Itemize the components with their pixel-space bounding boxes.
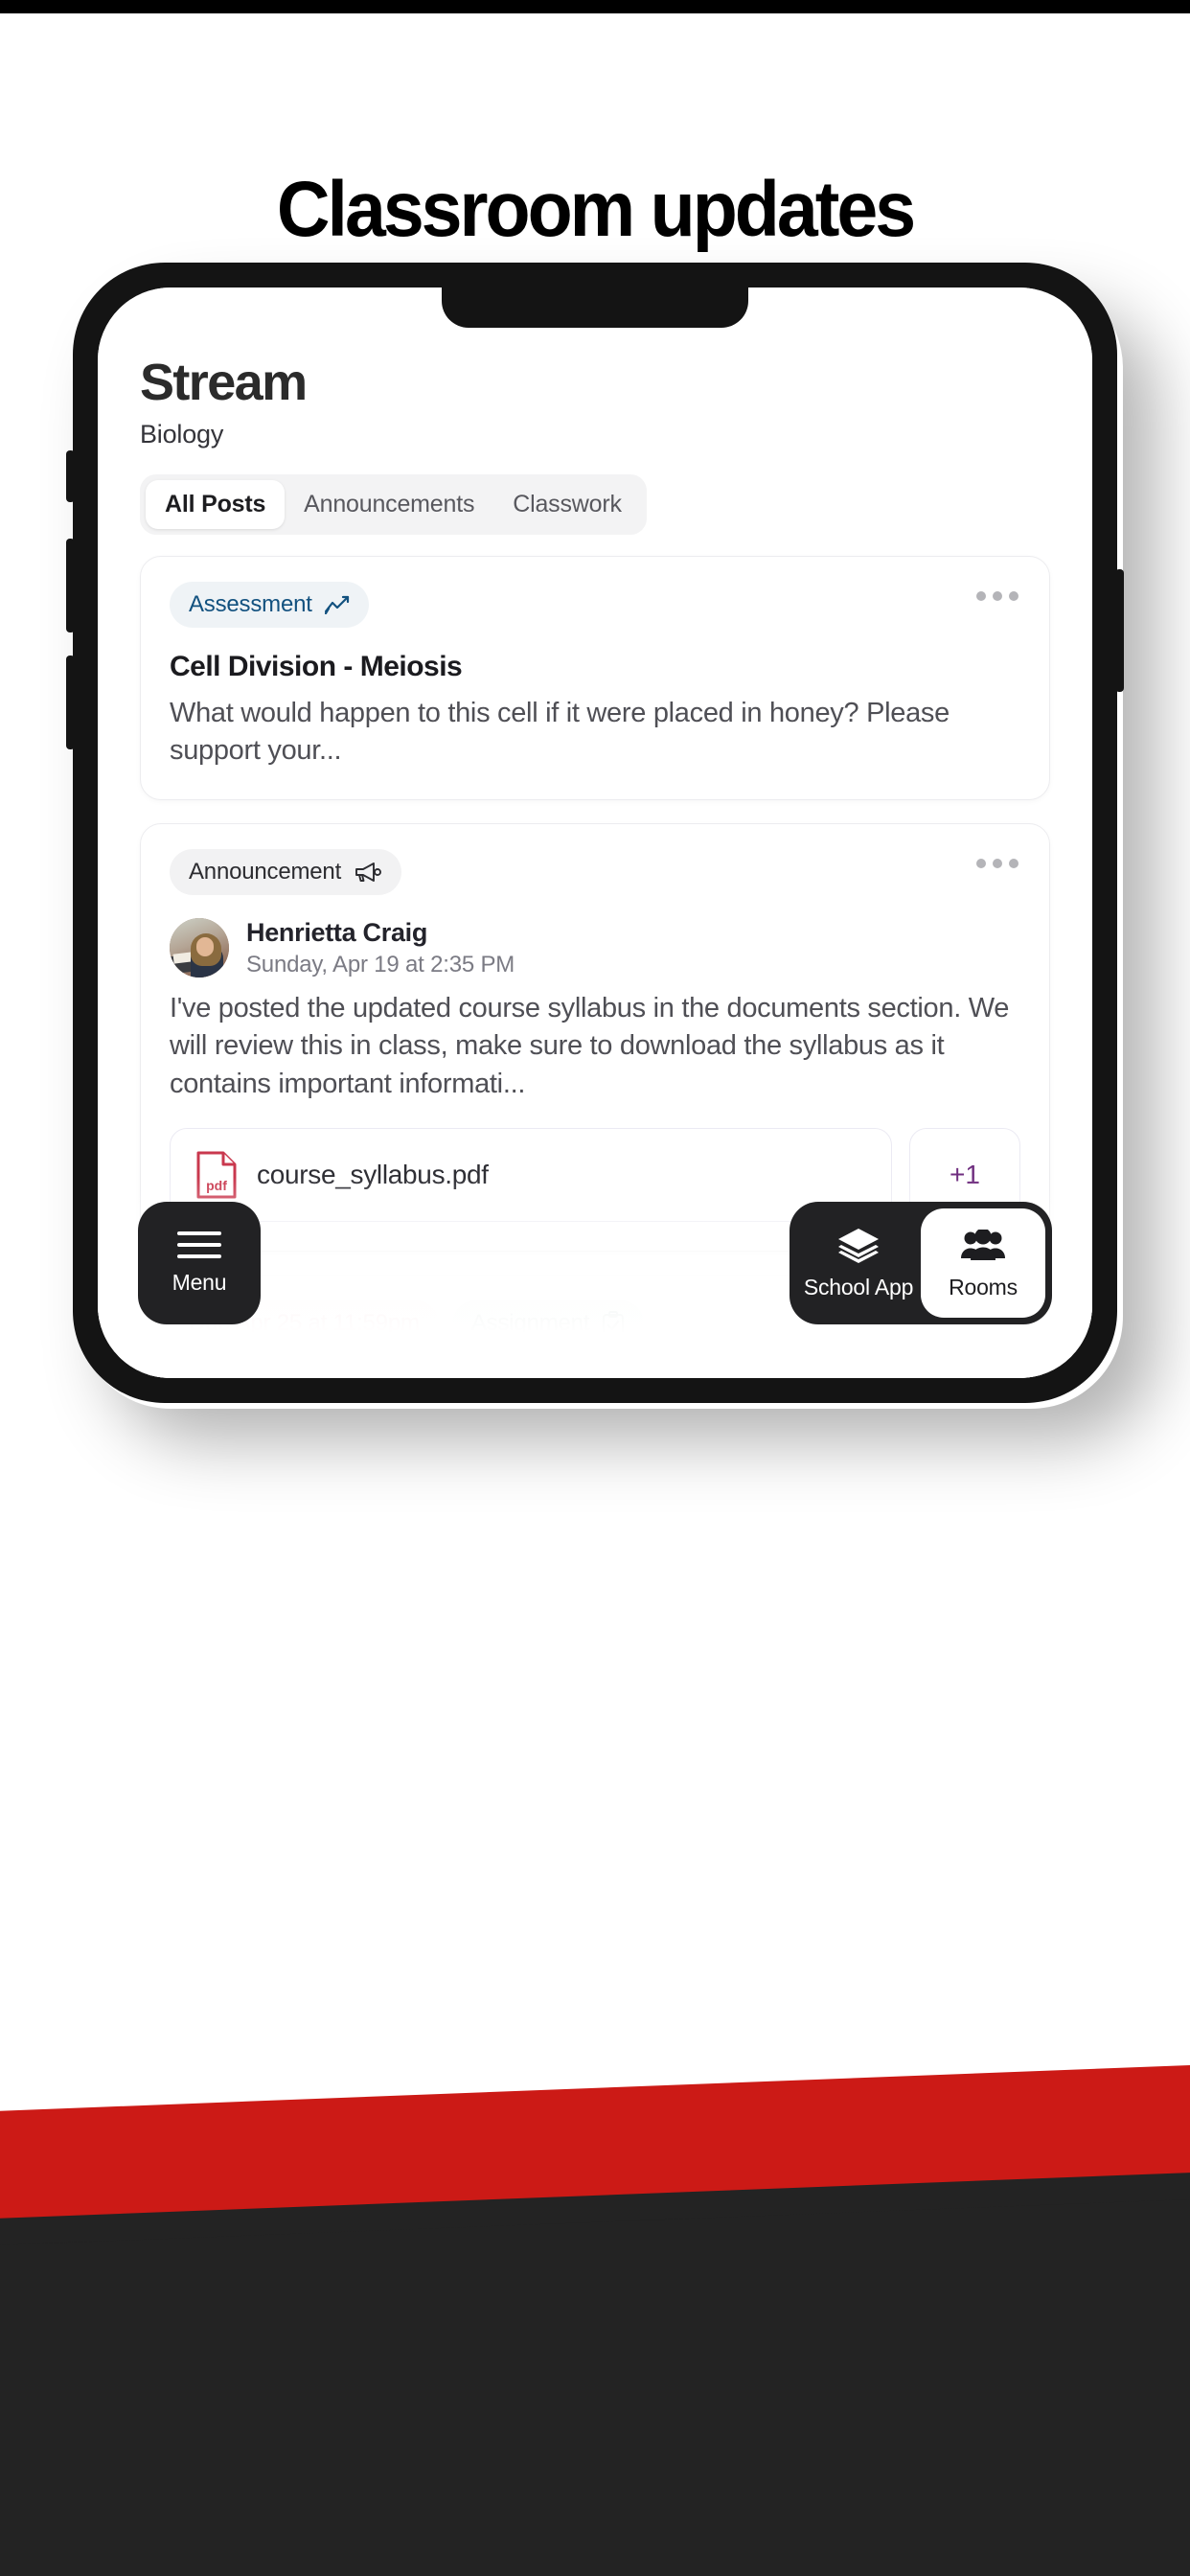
pdf-file-icon: pdf [196,1151,237,1199]
badge-row: Assessment [170,582,369,628]
author-text: Henrietta Craig Sunday, Apr 19 at 2:35 P… [246,918,515,978]
tab-all-posts[interactable]: All Posts [146,480,286,529]
tab-bar: All Posts Announcements Classwork [140,474,647,535]
status-badge-assessment: Assessment [170,582,369,628]
people-group-icon [960,1227,1006,1265]
background-dark-wedge [0,2196,1190,2576]
nav-pill: School App Rooms [790,1202,1052,1324]
phone-mockup: Stream Biology All Posts Announcements C… [66,263,1124,1403]
badge-label: Announcement [189,858,342,885]
badge-row: Announcement [170,848,402,895]
post-timestamp: Sunday, Apr 19 at 2:35 PM [246,951,515,978]
page-title: Classroom updates [276,166,916,253]
card-menu-button[interactable] [974,849,1020,878]
status-bar-black [0,0,1190,13]
tab-classwork[interactable]: Classwork [493,480,641,529]
phone-mute-switch [66,450,75,502]
svg-text:pdf: pdf [206,1178,227,1193]
nav-label-school-app: School App [803,1274,914,1300]
stream-title: Stream [140,354,308,411]
post-author: Henrietta Craig Sunday, Apr 19 at 2:35 P… [170,918,1020,978]
attachment-name: course_syllabus.pdf [257,1160,489,1190]
phone-power-button [1115,569,1124,692]
phone-notch [442,288,748,328]
tab-announcements[interactable]: Announcements [285,480,493,529]
bottom-nav: Menu School App Rooms [98,1202,1092,1324]
phone-volume-up-button [66,539,75,632]
nav-item-school-app[interactable]: School App [796,1208,921,1318]
megaphone-icon [355,862,382,882]
menu-label: Menu [172,1269,227,1295]
trend-chart-icon [324,595,349,614]
screenshot-root: Classroom updates Stream Biology All Pos… [0,0,1190,2576]
nav-item-rooms[interactable]: Rooms [921,1208,1045,1318]
hamburger-icon [177,1230,221,1258]
status-badge-announcement: Announcement [170,848,402,895]
phone-volume-down-button [66,656,75,749]
post-card-assessment[interactable]: Assessment Cell Division - Meiosis What … [140,556,1050,800]
avatar [170,918,229,978]
app-viewport: Stream Biology All Posts Announcements C… [98,288,1092,1378]
post-title: Cell Division - Meiosis [170,651,463,682]
post-card-announcement[interactable]: Announcement Henrietta Craig Sunday, Apr… [140,822,1050,1253]
menu-button[interactable]: Menu [138,1202,261,1324]
nav-label-rooms: Rooms [949,1274,1018,1300]
post-body: I've posted the updated course syllabus … [170,992,1010,1099]
course-name: Biology [140,420,224,448]
layers-icon [836,1227,881,1265]
card-header: Announcement [170,848,1020,895]
post-body: What would happen to this cell if it wer… [170,698,950,767]
author-name: Henrietta Craig [246,917,428,947]
phone-frame: Stream Biology All Posts Announcements C… [66,263,1124,1403]
post-title: Eukaryote Cell Structure [170,1369,1020,1378]
card-header: Assessment [170,582,1020,628]
card-menu-button[interactable] [974,582,1020,610]
badge-label: Assessment [189,591,312,617]
phone-screen: Stream Biology All Posts Announcements C… [98,288,1092,1378]
